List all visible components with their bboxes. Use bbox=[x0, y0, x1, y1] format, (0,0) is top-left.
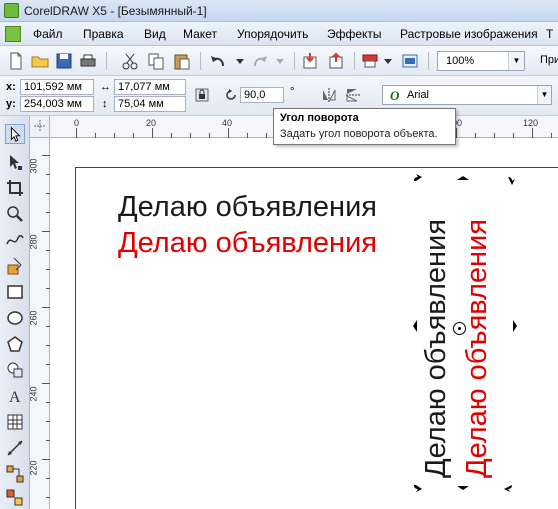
toolbar-separator bbox=[106, 52, 107, 70]
ruler-tick-label: 300 bbox=[28, 158, 39, 174]
y-position-field[interactable]: 254,003 мм bbox=[20, 96, 94, 112]
font-family-select[interactable]: O Arial ▼ bbox=[382, 85, 552, 105]
rotation-handles[interactable] bbox=[410, 173, 520, 493]
ruler-tick-label: 280 bbox=[28, 234, 39, 250]
rotation-angle-field[interactable]: 90,0 bbox=[240, 87, 284, 103]
drawing-canvas[interactable]: Делаю объявления Делаю объявления Делаю … bbox=[50, 138, 558, 509]
svg-text:A: A bbox=[9, 389, 21, 406]
zoom-level-value: 100% bbox=[446, 55, 475, 67]
toolbar-separator bbox=[428, 52, 429, 70]
tooltip-title: Угол поворота bbox=[280, 112, 359, 124]
application-launcher-icon[interactable] bbox=[360, 51, 380, 71]
font-family-value: Arial bbox=[407, 89, 430, 101]
toolbar-separator bbox=[294, 52, 295, 70]
menu-view[interactable]: Вид bbox=[144, 27, 166, 41]
mirror-horizontal-icon[interactable] bbox=[320, 86, 338, 104]
copy-icon[interactable] bbox=[146, 51, 166, 71]
window-title: CorelDRAW X5 - [Безымянный-1] bbox=[24, 4, 207, 18]
menu-layout[interactable]: Макет bbox=[183, 27, 217, 41]
title-bar: CorelDRAW X5 - [Безымянный-1] bbox=[0, 0, 558, 22]
table-tool-icon[interactable] bbox=[5, 412, 25, 432]
rotation-tooltip: Угол поворота Задать угол поворота объек… bbox=[273, 108, 456, 145]
crop-tool-icon[interactable] bbox=[5, 178, 25, 198]
zoom-tool-icon[interactable] bbox=[5, 204, 25, 224]
chevron-down-icon[interactable]: ▼ bbox=[508, 52, 524, 70]
x-label: x: bbox=[6, 81, 16, 93]
ruler-tick-label: 120 bbox=[523, 118, 539, 128]
open-folder-icon[interactable] bbox=[30, 51, 50, 71]
degree-symbol: ° bbox=[290, 86, 295, 98]
standard-toolbar: 100% ▼ При bbox=[0, 46, 558, 76]
snap-to-label[interactable]: При bbox=[540, 54, 558, 66]
menu-bitmaps[interactable]: Растровые изображения bbox=[400, 27, 538, 41]
undo-dropdown-icon[interactable] bbox=[230, 51, 250, 71]
undo-icon[interactable] bbox=[208, 51, 228, 71]
artistic-text-red[interactable]: Делаю объявления bbox=[118, 227, 377, 260]
dimension-tool-icon[interactable] bbox=[5, 438, 25, 458]
ruler-tick-label: 240 bbox=[28, 386, 39, 402]
save-icon[interactable] bbox=[54, 51, 74, 71]
x-position-field[interactable]: 101,592 мм bbox=[20, 79, 94, 95]
menu-arrange[interactable]: Упорядочить bbox=[237, 27, 308, 41]
menu-file[interactable]: Файл bbox=[33, 27, 63, 41]
freehand-tool-icon[interactable] bbox=[5, 230, 25, 250]
paste-icon[interactable] bbox=[172, 51, 192, 71]
width-icon: ↔ bbox=[100, 81, 111, 93]
new-document-icon[interactable] bbox=[6, 51, 26, 71]
smart-fill-tool-icon[interactable] bbox=[5, 256, 25, 276]
height-field[interactable]: 75,04 мм bbox=[114, 96, 186, 112]
shape-tool-icon[interactable] bbox=[5, 152, 25, 172]
rotation-center-marker[interactable] bbox=[453, 322, 466, 335]
ruler-origin-icon bbox=[34, 120, 46, 132]
lock-ratio-icon[interactable] bbox=[194, 87, 210, 103]
menu-effects[interactable]: Эффекты bbox=[327, 27, 382, 41]
ellipse-tool-icon[interactable] bbox=[5, 308, 25, 328]
import-icon[interactable] bbox=[300, 51, 320, 71]
toolbox: A bbox=[0, 116, 30, 509]
ruler-tick-label: 260 bbox=[28, 310, 39, 326]
ruler-tick-label: 220 bbox=[28, 460, 39, 476]
print-icon[interactable] bbox=[78, 51, 98, 71]
vertical-ruler[interactable]: 300 280 260 240 220 bbox=[28, 138, 50, 509]
basic-shapes-tool-icon[interactable] bbox=[5, 360, 25, 380]
launcher-dropdown-icon[interactable] bbox=[378, 51, 398, 71]
toolbar-separator bbox=[354, 52, 355, 70]
document-icon[interactable] bbox=[5, 26, 21, 42]
ruler-tick-label: 20 bbox=[146, 118, 157, 128]
menu-text[interactable]: Т bbox=[546, 27, 553, 41]
rotation-icon bbox=[226, 89, 236, 100]
export-icon[interactable] bbox=[326, 51, 346, 71]
ruler-tick-label: 40 bbox=[222, 118, 233, 128]
toolbar-separator bbox=[200, 52, 201, 70]
opentype-font-icon: O bbox=[390, 88, 400, 103]
rectangle-tool-icon[interactable] bbox=[5, 282, 25, 302]
pick-tool-icon[interactable] bbox=[5, 124, 25, 144]
mirror-vertical-icon[interactable] bbox=[344, 86, 362, 104]
connector-tool-icon[interactable] bbox=[5, 464, 25, 484]
cut-icon[interactable] bbox=[120, 51, 140, 71]
menu-edit[interactable]: Правка bbox=[83, 27, 124, 41]
ruler-origin[interactable] bbox=[30, 116, 50, 138]
ruler-tick-label: 0 bbox=[74, 118, 80, 128]
text-tool-icon[interactable]: A bbox=[5, 386, 25, 406]
redo-dropdown-icon[interactable] bbox=[270, 51, 290, 71]
redo-icon[interactable] bbox=[250, 51, 270, 71]
blend-tool-icon[interactable] bbox=[5, 488, 25, 508]
y-label: y: bbox=[6, 98, 16, 110]
width-field[interactable]: 17,077 мм bbox=[114, 79, 186, 95]
height-icon: ↕ bbox=[102, 98, 108, 110]
menu-bar: Файл Правка Вид Макет Упорядочить Эффект… bbox=[0, 22, 558, 46]
chevron-down-icon[interactable]: ▼ bbox=[537, 86, 551, 104]
polygon-tool-icon[interactable] bbox=[5, 334, 25, 354]
coreldraw-app-icon[interactable] bbox=[4, 3, 19, 18]
zoom-level-select[interactable]: 100% ▼ bbox=[437, 51, 525, 71]
artistic-text-black[interactable]: Делаю объявления bbox=[118, 191, 377, 224]
tooltip-description: Задать угол поворота объекта. bbox=[280, 128, 438, 140]
welcome-screen-icon[interactable] bbox=[400, 51, 420, 71]
